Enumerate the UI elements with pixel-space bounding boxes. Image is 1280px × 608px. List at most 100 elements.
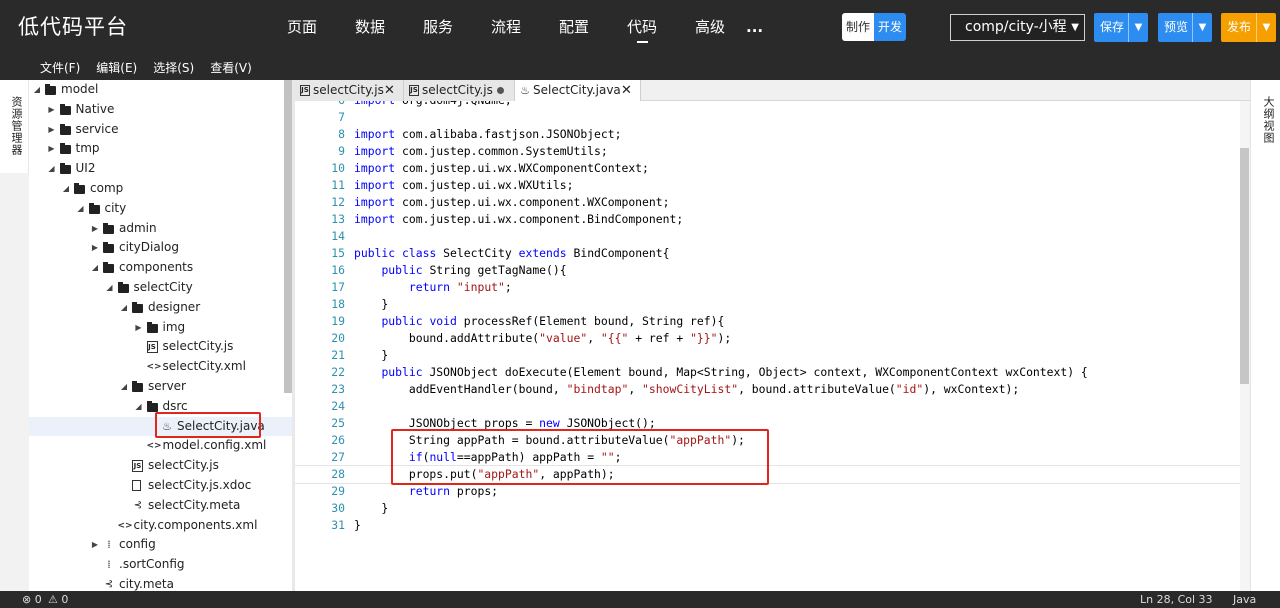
code-line[interactable]: 19 public void processRef(Element bound,… <box>295 313 1240 330</box>
code-line[interactable]: 8 import com.alibaba.fastjson.JSONObject; <box>295 126 1240 143</box>
tree-item[interactable]: ⁞ .sortConfig <box>29 555 292 575</box>
publish-button[interactable]: 发布 ▼ <box>1221 13 1276 42</box>
code-line[interactable]: 6 import org.dom4j.QName; <box>295 101 1240 109</box>
collapse-icon[interactable]: ◢ <box>33 80 41 100</box>
nav-item[interactable]: 服务 <box>404 0 472 57</box>
code-line[interactable]: 20 bound.addAttribute("value", "{{" + re… <box>295 330 1240 347</box>
expand-icon[interactable]: ▶ <box>91 535 99 555</box>
tree-item[interactable]: <> model.config.xml <box>29 436 292 456</box>
nav-item[interactable]: 页面 <box>268 0 336 57</box>
collapse-icon[interactable]: ◢ <box>62 179 70 199</box>
code-editor[interactable]: 6 import org.dom4j.QName; 7 8 import com.ali… <box>295 101 1240 591</box>
save-button[interactable]: 保存 ▼ <box>1094 13 1148 42</box>
close-icon[interactable]: ✕ <box>384 80 395 101</box>
code-line[interactable]: 18 } <box>295 296 1240 313</box>
code-line[interactable]: 16 public String getTagName(){ <box>295 262 1240 279</box>
code-line[interactable]: 23 addEventHandler(bound, "bindtap", "sh… <box>295 381 1240 398</box>
code-line[interactable]: 9 import com.justep.common.SystemUtils; <box>295 143 1240 160</box>
cursor-position[interactable]: Ln 28, Col 33 <box>1140 591 1213 608</box>
tree-item[interactable]: ⊰ city.meta <box>29 575 292 591</box>
tree-item[interactable]: ▶ img <box>29 318 292 338</box>
nav-item[interactable]: 流程 <box>472 0 540 57</box>
collapse-icon[interactable]: ◢ <box>135 397 143 417</box>
tree-item[interactable]: ♨ SelectCity.java <box>29 411 292 438</box>
collapse-icon[interactable]: ◢ <box>120 298 128 318</box>
collapse-icon[interactable]: ◢ <box>77 199 85 219</box>
menu-item[interactable]: 查看(V) <box>210 57 252 80</box>
tree-item[interactable]: ▶ admin <box>29 219 292 239</box>
expand-icon[interactable]: ▶ <box>48 120 56 140</box>
nav-more-button[interactable]: ... <box>744 0 774 57</box>
publish-dropdown-icon[interactable]: ▼ <box>1256 13 1276 42</box>
tree-item[interactable]: JS selectCity.js <box>29 337 292 357</box>
preview-button[interactable]: 预览 ▼ <box>1158 13 1212 42</box>
editor-tab[interactable]: JS selectCity.js ✕ <box>295 80 404 101</box>
outline-tab-label[interactable]: 大纲视图 <box>1260 96 1276 144</box>
code-line[interactable]: 24 <box>295 398 1240 415</box>
editor-tab[interactable]: JS selectCity.js <box>404 80 515 101</box>
nav-item[interactable]: 高级 <box>676 0 744 57</box>
tree-item[interactable]: JS selectCity.js <box>29 456 292 476</box>
expand-icon[interactable]: ▶ <box>48 139 56 159</box>
tree-item[interactable]: ◢ components <box>29 258 292 278</box>
collapse-icon[interactable]: ◢ <box>120 377 128 397</box>
tree-item[interactable]: ▶ tmp <box>29 139 292 159</box>
tree-item[interactable]: selectCity.js.xdoc <box>29 476 292 496</box>
code-line[interactable]: 22 public JSONObject doExecute(Element b… <box>295 364 1240 381</box>
collapse-icon[interactable]: ◢ <box>91 258 99 278</box>
tree-item[interactable]: <> city.components.xml <box>29 516 292 536</box>
mode-make-button[interactable]: 制作 <box>842 13 875 41</box>
code-line[interactable]: 10 import com.justep.ui.wx.WXComponentCon… <box>295 160 1240 177</box>
collapse-icon[interactable]: ◢ <box>106 278 114 298</box>
menu-item[interactable]: 选择(S) <box>153 57 194 80</box>
close-icon[interactable]: ✕ <box>621 80 632 101</box>
tree-item[interactable]: <> selectCity.xml <box>29 357 292 377</box>
tree-item[interactable]: ▶ Native <box>29 100 292 120</box>
code-line[interactable]: 30 } <box>295 500 1240 517</box>
expand-icon[interactable]: ▶ <box>91 238 99 258</box>
tree-item[interactable]: ⊰ selectCity.meta <box>29 496 292 516</box>
code-line[interactable]: 21 } <box>295 347 1240 364</box>
code-line[interactable]: 7 <box>295 109 1240 126</box>
tree-item[interactable]: ◢ city <box>29 199 292 219</box>
code-line[interactable]: 31} <box>295 517 1240 534</box>
warning-count[interactable]: ⚠ 0 <box>48 591 68 608</box>
menu-item[interactable]: 文件(F) <box>40 57 80 80</box>
language-mode[interactable]: Java <box>1233 591 1256 608</box>
unsaved-dot-icon[interactable] <box>497 87 504 94</box>
save-dropdown-icon[interactable]: ▼ <box>1128 13 1148 42</box>
mode-toggle[interactable]: 制作 开发 <box>842 13 907 41</box>
tree-item[interactable]: ▶ service <box>29 120 292 140</box>
code-line[interactable]: 12 import com.justep.ui.wx.component.WXCo… <box>295 194 1240 211</box>
expand-icon[interactable]: ▶ <box>135 318 143 338</box>
mode-develop-button[interactable]: 开发 <box>874 13 907 41</box>
menu-item[interactable]: 编辑(E) <box>96 57 137 80</box>
code-line[interactable]: 29 return props; <box>295 483 1240 500</box>
tree-item[interactable]: ◢ comp <box>29 179 292 199</box>
nav-item[interactable]: 数据 <box>336 0 404 57</box>
nav-item[interactable]: 配置 <box>540 0 608 57</box>
path-select[interactable]: comp/city-小程 ▼ <box>950 14 1085 41</box>
code-line[interactable]: 14 <box>295 228 1240 245</box>
collapse-icon[interactable]: ◢ <box>48 159 56 179</box>
code-line[interactable]: 11 import com.justep.ui.wx.WXUtils; <box>295 177 1240 194</box>
editor-tab[interactable]: ♨ SelectCity.java ✕ <box>515 80 641 102</box>
code-line[interactable]: 17 return "input"; <box>295 279 1240 296</box>
editor-scrollbar[interactable] <box>1240 148 1249 384</box>
nav-item[interactable]: 代码 <box>608 0 676 57</box>
tree-item[interactable]: ◢ designer <box>29 298 292 318</box>
error-count[interactable]: ⊗ 0 <box>22 591 42 608</box>
tree-scrollbar[interactable] <box>284 80 292 393</box>
explorer-tab[interactable]: 资源管理器 <box>0 80 29 173</box>
code-line[interactable]: 15 public class SelectCity extends BindCo… <box>295 245 1240 262</box>
tree-item[interactable]: ◢ model <box>29 80 292 100</box>
tree-item[interactable]: ◢ UI2 <box>29 159 292 179</box>
tree-item[interactable]: ◢ selectCity <box>29 278 292 298</box>
code-line[interactable]: 13 import com.justep.ui.wx.component.Bind… <box>295 211 1240 228</box>
expand-icon[interactable]: ▶ <box>91 219 99 239</box>
tree-item[interactable]: ▶ ⁞ config <box>29 535 292 555</box>
expand-icon[interactable]: ▶ <box>48 100 56 120</box>
tree-item[interactable]: ◢ server <box>29 377 292 397</box>
preview-dropdown-icon[interactable]: ▼ <box>1192 13 1212 42</box>
tree-item[interactable]: ▶ cityDialog <box>29 238 292 258</box>
